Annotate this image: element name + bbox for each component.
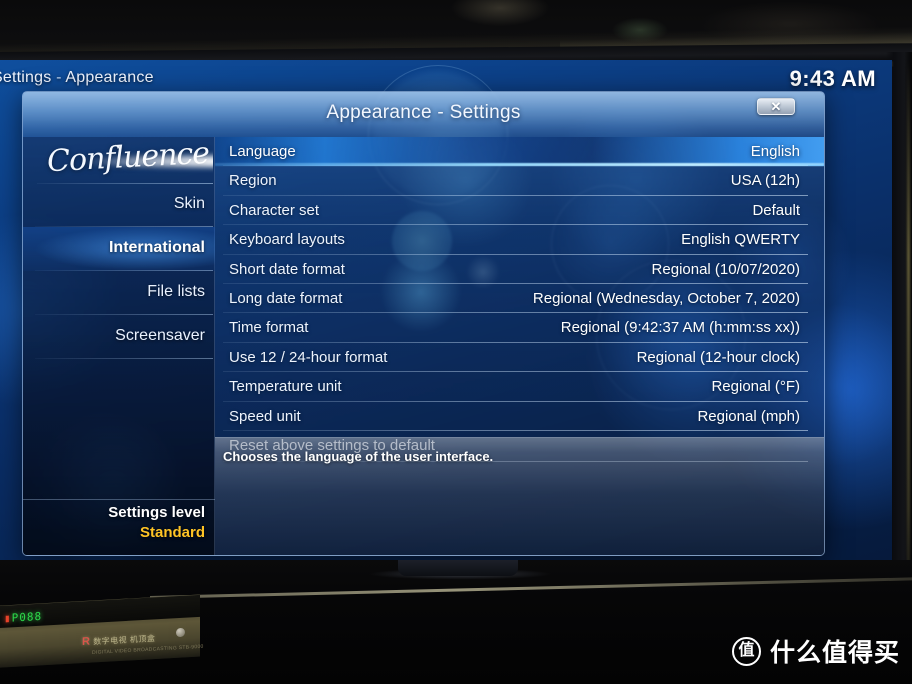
settings-row-value[interactable]: Regional (°F) [711, 378, 800, 395]
watermark-text: 什么值得买 [769, 639, 900, 667]
status-clock: 9:43 AM [789, 66, 876, 91]
settings-row-label: Speed unit [229, 407, 301, 425]
tv-stand-neck [398, 560, 518, 576]
watermark-badge-icon: 值 [731, 636, 761, 666]
settings-row[interactable]: Time format Regional (9:42:37 AM (h:mm:ss… [215, 313, 824, 343]
sidebar-item-divider [35, 358, 213, 359]
settings-row-label: Region [229, 172, 277, 190]
settings-row[interactable]: Region USA (12h) [215, 166, 824, 196]
close-icon: ✕ [770, 99, 782, 114]
settings-row-label: Time format [229, 319, 309, 337]
settings-row[interactable]: Speed unit Regional (mph) [215, 402, 824, 431]
settings-row-label: Use 12 / 24-hour format [229, 348, 388, 366]
help-text: Chooses the language of the user interfa… [223, 449, 494, 464]
settings-row-value[interactable]: Regional (10/07/2020) [652, 261, 800, 278]
settings-content: Language English Region USA (12h) Character … [215, 137, 824, 555]
settings-row-label: Language [229, 143, 296, 160]
sidebar-item-label: File lists [147, 283, 205, 300]
settings-row[interactable]: Short date format Regional (10/07/2020) [215, 255, 824, 284]
settings-row-label: Short date format [229, 260, 345, 278]
settings-row-label: Character set [229, 201, 320, 219]
sidebar-item-label: Screensaver [115, 327, 205, 344]
tv-screen: Settings - Appearance 9:43 AM Appearance… [0, 60, 892, 560]
help-panel: Chooses the language of the user interfa… [215, 437, 824, 555]
watermark: 值 什么值得买 [731, 632, 900, 670]
breadcrumb-separator: - [56, 69, 62, 86]
settings-level-label: Settings level [108, 504, 205, 521]
brand-text: 数字电视 机顶盒 [93, 633, 156, 647]
settings-row-label: Temperature unit [229, 378, 342, 396]
breadcrumb: Settings - Appearance [0, 69, 392, 87]
close-button[interactable]: ✕ [757, 98, 795, 115]
dialog-titlebar: Appearance - Settings ✕ [23, 92, 824, 137]
settings-row-value[interactable]: Default [752, 202, 800, 219]
settings-row-value[interactable]: Regional (12-hour clock) [637, 349, 800, 366]
brand-mark-icon: R [82, 635, 91, 648]
sidebar-item-screensaver[interactable]: Screensaver [23, 315, 215, 359]
settings-row-value[interactable]: Regional (9:42:37 AM (h:mm:ss xx)) [561, 319, 800, 336]
settings-row-value[interactable]: English QWERTY [681, 231, 800, 248]
settings-row-value[interactable]: Regional (Wednesday, October 7, 2020) [533, 290, 800, 307]
dialog-title: Appearance - Settings [326, 102, 521, 123]
settings-row[interactable]: Temperature unit Regional (°F) [215, 372, 824, 402]
sidebar-item-international[interactable]: International [23, 227, 215, 271]
skin-logo: Confluence [37, 142, 213, 182]
settings-row-value[interactable]: English [751, 143, 800, 160]
led-text: P088 [11, 609, 43, 625]
settings-row[interactable]: Character set Default [215, 196, 824, 226]
sidebar-item-file-lists[interactable]: File lists [23, 271, 215, 315]
settings-row-value[interactable]: Regional (mph) [697, 408, 800, 425]
photo-scene: Settings - Appearance 9:43 AM Appearance… [0, 0, 912, 684]
breadcrumb-root[interactable]: Settings [0, 69, 51, 86]
settings-row-label: Keyboard layouts [229, 231, 345, 249]
settings-row-list: Language English Region USA (12h) Character … [215, 137, 824, 462]
sidebar-item-skin[interactable]: Skin [23, 183, 215, 227]
settings-row[interactable]: Long date format Regional (Wednesday, Oct… [215, 284, 824, 314]
sidebar-item-label: International [108, 239, 205, 256]
settings-row[interactable]: Language English [215, 137, 824, 167]
settings-row[interactable]: Keyboard layouts English QWERTY [215, 225, 824, 255]
settings-row-value[interactable]: USA (12h) [731, 172, 800, 189]
led-prefix-icon: ▮ [4, 611, 12, 625]
sidebar: Confluence Skin International File lists Sc… [23, 137, 215, 555]
tv-right-edge-light [907, 60, 910, 620]
settings-row-label: Long date format [229, 289, 343, 307]
settings-dialog: Appearance - Settings ✕ Confluence Skin I… [22, 91, 825, 556]
settings-level-value: Standard [139, 524, 205, 541]
settings-row[interactable]: Use 12 / 24-hour format Regional (12-hour… [215, 343, 824, 373]
breadcrumb-current: Appearance [65, 69, 154, 86]
settings-level[interactable]: Settings level Standard [23, 499, 215, 549]
sidebar-item-label: Skin [173, 195, 205, 212]
